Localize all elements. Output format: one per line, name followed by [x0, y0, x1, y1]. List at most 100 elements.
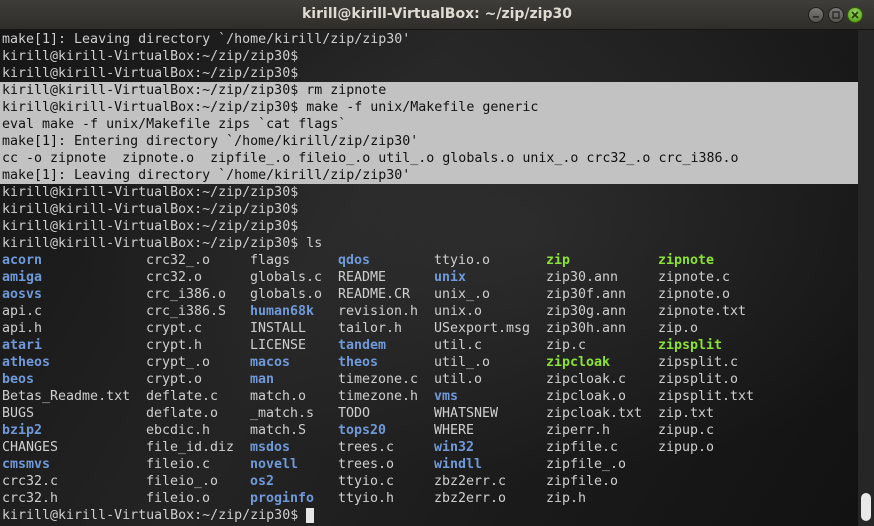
ls-file-entry: crypt.o — [146, 372, 203, 387]
ls-file-entry: zipnote.txt — [658, 304, 747, 319]
ls-file-entry: crc_i386.o — [146, 287, 227, 302]
ls-directory-entry: windll — [434, 457, 483, 472]
ls-row: BUGS deflate.o _match.s TODO WHATSNEW zipcloa… — [2, 405, 858, 422]
ls-file-entry: USexport.msg — [434, 321, 531, 336]
ls-row: acorn crc32_.o flags qdos ttyio.o zip zipnote — [2, 252, 858, 269]
ls-file-entry: ttyio.o — [434, 253, 491, 268]
ls-file-entry: WHERE — [434, 423, 475, 438]
ls-file-entry: zipnote.o — [658, 287, 731, 302]
ls-file-entry: ebcdic.h — [146, 423, 211, 438]
terminal-line: kirill@kirill-VirtualBox:~/zip/zip30$ — [2, 66, 299, 81]
ls-file-entry: revision.h — [338, 304, 419, 319]
ls-directory-entry: macos — [250, 355, 291, 370]
ls-file-entry: ziperr.h — [546, 423, 611, 438]
scrollbar-thumb[interactable] — [861, 493, 871, 521]
ls-row: crc32.h fileio.o proginfo ttyio.h zbz2err.o z… — [2, 490, 858, 507]
ls-file-entry: zip30g.ann — [546, 304, 627, 319]
close-button[interactable] — [847, 7, 863, 23]
ls-directory-entry: tandem — [338, 338, 387, 353]
ls-file-entry: crypt.h — [146, 338, 203, 353]
ls-directory-entry: atari — [2, 338, 43, 353]
ls-file-entry: fileio.o — [146, 491, 211, 506]
maximize-button[interactable] — [828, 7, 844, 23]
ls-row: api.h crypt.c INSTALL tailor.h USexport.msg z… — [2, 320, 858, 337]
ls-row: beos crypt.o man timezone.c util.o zipcloak.c… — [2, 371, 858, 388]
ls-file-entry: match.o — [250, 389, 307, 404]
ls-directory-entry: novell — [250, 457, 299, 472]
ls-file-entry: zipfile.o — [546, 474, 619, 489]
ls-row: bzip2 ebcdic.h match.S tops20 WHERE ziperr.h z… — [2, 422, 858, 439]
terminal-line: kirill@kirill-VirtualBox:~/zip/zip30$ — [2, 202, 299, 217]
terminal-line: kirill@kirill-VirtualBox:~/zip/zip30$ — [2, 185, 299, 200]
text-cursor — [306, 508, 315, 523]
ls-directory-entry: human68k — [250, 304, 315, 319]
ls-executable-entry: zipsplit — [658, 338, 723, 353]
ls-file-entry: zbz2err.c — [434, 474, 507, 489]
ls-file-entry: trees.o — [338, 457, 395, 472]
ls-file-entry: crc32.c — [2, 474, 59, 489]
close-icon — [851, 11, 859, 19]
ls-directory-entry: qdos — [338, 253, 371, 268]
ls-file-entry: ttyio.h — [338, 491, 395, 506]
ls-file-entry: flags — [250, 253, 291, 268]
ls-directory-entry: proginfo — [250, 491, 315, 506]
ls-directory-entry: theos — [338, 355, 379, 370]
ls-directory-entry: bzip2 — [2, 423, 43, 438]
ls-row: Betas_Readme.txt deflate.c match.o timezone… — [2, 388, 858, 405]
ls-directory-entry: acorn — [2, 253, 43, 268]
ls-file-entry: CHANGES — [2, 440, 59, 455]
terminal-prompt-line[interactable]: kirill@kirill-VirtualBox:~/zip/zip30$ — [2, 507, 858, 524]
ls-directory-entry: unix — [434, 270, 467, 285]
ls-row: atari crypt.h LICENSE tandem util.c zip.c zips… — [2, 337, 858, 354]
ls-row: cmsmvs fileio.c novell trees.o windll zipfile… — [2, 456, 858, 473]
ls-file-entry: _match.s — [250, 406, 315, 421]
ls-file-entry: util_.o — [434, 355, 491, 370]
ls-file-entry: INSTALL — [250, 321, 307, 336]
ls-file-entry: README.CR — [338, 287, 411, 302]
ls-directory-entry: os2 — [250, 474, 275, 489]
ls-directory-entry: win32 — [434, 440, 475, 455]
ls-directory-entry: man — [250, 372, 275, 387]
ls-file-entry: trees.c — [338, 440, 395, 455]
terminal-output[interactable]: make[1]: Leaving directory `/home/kirill… — [0, 30, 858, 526]
ls-file-entry: TODO — [338, 406, 371, 421]
ls-file-entry: util.c — [434, 338, 483, 353]
terminal-line-selected: kirill@kirill-VirtualBox:~/zip/zip30$ ma… — [0, 99, 858, 116]
ls-file-entry: zip.c — [546, 338, 587, 353]
ls-file-entry: zip30.ann — [546, 270, 619, 285]
terminal-scrollbar[interactable] — [858, 30, 874, 526]
ls-row: aosvs crc_i386.o globals.o README.CR unix_.o… — [2, 286, 858, 303]
ls-file-entry: timezone.h — [338, 389, 419, 404]
minimize-icon — [813, 16, 819, 18]
ls-file-entry: util.o — [434, 372, 483, 387]
ls-file-entry: zip30f.ann — [546, 287, 627, 302]
ls-directory-entry: msdos — [250, 440, 291, 455]
ls-executable-entry: zip — [546, 253, 571, 268]
terminal-line-selected: kirill@kirill-VirtualBox:~/zip/zip30$ rm… — [0, 82, 858, 99]
ls-file-entry: globals.o — [250, 287, 323, 302]
ls-file-entry: crc32.h — [2, 491, 59, 506]
title-bar[interactable]: kirill@kirill-VirtualBox: ~/zip/zip30 — [0, 0, 874, 30]
ls-file-entry: fileio_.o — [146, 474, 219, 489]
ls-file-entry: deflate.o — [146, 406, 219, 421]
ls-file-entry: LICENSE — [250, 338, 307, 353]
terminal-line-selected: eval make -f unix/Makefile zips `cat fla… — [0, 116, 858, 133]
ls-file-entry: globals.c — [250, 270, 323, 285]
terminal-line-selected: cc -o zipnote zipnote.o zipfile_.o filei… — [0, 150, 858, 167]
ls-file-entry: ttyio.c — [338, 474, 395, 489]
ls-file-entry: zipcloak.txt — [546, 406, 643, 421]
ls-file-entry: unix.o — [434, 304, 483, 319]
ls-row: CHANGES file_id.diz msdos trees.c win32 zipfi… — [2, 439, 858, 456]
ls-file-entry: timezone.c — [338, 372, 419, 387]
ls-directory-entry: beos — [2, 372, 35, 387]
ls-file-entry: WHATSNEW — [434, 406, 499, 421]
ls-file-entry: zipcloak.c — [546, 372, 627, 387]
minimize-button[interactable] — [808, 7, 824, 23]
terminal-line: kirill@kirill-VirtualBox:~/zip/zip30$ ls — [2, 236, 323, 251]
ls-file-entry: zip30h.ann — [546, 321, 627, 336]
maximize-icon — [832, 11, 840, 19]
ls-file-entry: crc32.o — [146, 270, 203, 285]
ls-directory-entry: vms — [434, 389, 459, 404]
ls-file-entry: file_id.diz — [146, 440, 235, 455]
terminal-line: kirill@kirill-VirtualBox:~/zip/zip30$ — [2, 219, 299, 234]
